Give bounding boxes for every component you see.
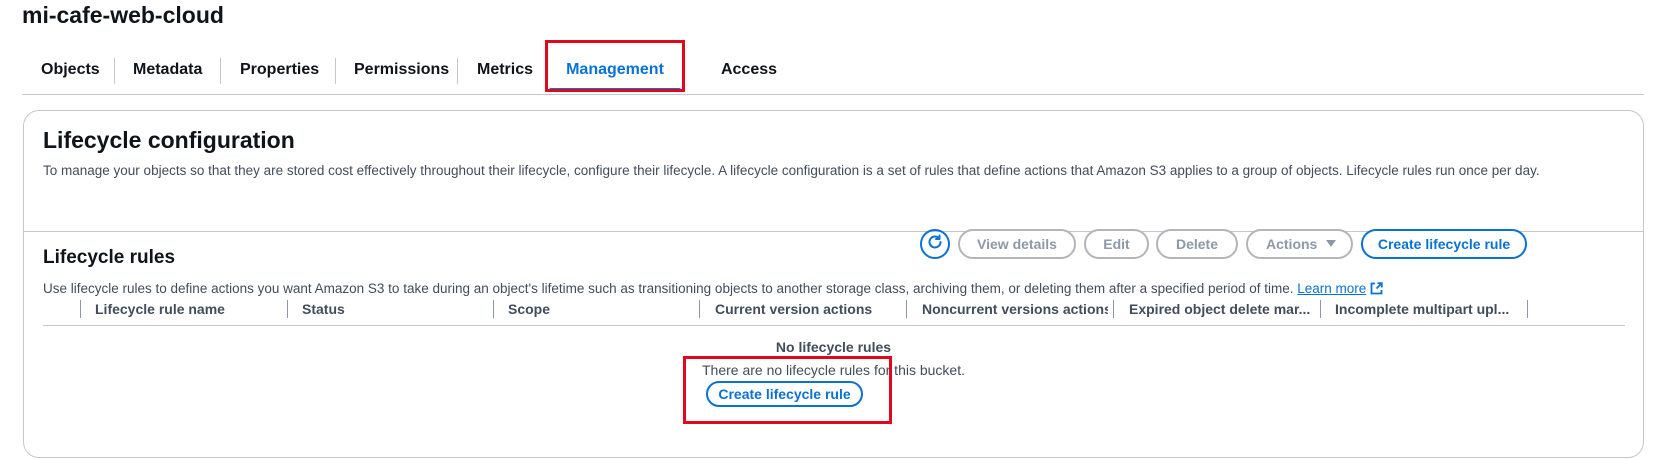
- column-divider: [1113, 300, 1114, 318]
- create-lifecycle-rule-button[interactable]: Create lifecycle rule: [1361, 229, 1527, 259]
- tab-bar: Objects Metadata Properties Permissions …: [22, 46, 1644, 126]
- col-status[interactable]: Status: [302, 301, 488, 317]
- lifecycle-rules-title: Lifecycle rules: [43, 247, 176, 268]
- actions-dropdown[interactable]: Actions: [1246, 229, 1353, 259]
- column-divider: [1320, 300, 1321, 318]
- col-current-version-actions[interactable]: Current version actions: [715, 301, 901, 317]
- refresh-button[interactable]: [920, 229, 950, 259]
- col-expired-object-delete-marker[interactable]: Expired object delete mar...: [1129, 301, 1315, 317]
- column-divider: [287, 300, 288, 318]
- lifecycle-config-title: Lifecycle configuration: [43, 127, 295, 153]
- col-noncurrent-versions-actions[interactable]: Noncurrent versions actions: [922, 301, 1108, 317]
- column-divider: [80, 300, 81, 318]
- actions-label: Actions: [1266, 236, 1318, 252]
- create-rule-highlight: [683, 356, 892, 424]
- tab-divider: [457, 58, 458, 84]
- refresh-icon: [926, 233, 944, 256]
- tab-objects[interactable]: Objects: [41, 46, 100, 94]
- column-divider: [906, 300, 907, 318]
- delete-button[interactable]: Delete: [1156, 229, 1238, 259]
- column-divider: [699, 300, 700, 318]
- tab-metrics[interactable]: Metrics: [477, 46, 533, 94]
- edit-button[interactable]: Edit: [1084, 229, 1149, 259]
- tab-metadata[interactable]: Metadata: [133, 46, 202, 94]
- tab-divider: [114, 58, 115, 84]
- col-incomplete-multipart-upload[interactable]: Incomplete multipart upl...: [1335, 301, 1521, 317]
- lifecycle-config-description: To manage your objects so that they are …: [43, 163, 1540, 178]
- management-tab-highlight: [545, 40, 685, 92]
- col-rule-name[interactable]: Lifecycle rule name: [95, 301, 281, 317]
- tab-access-points[interactable]: Access Points: [701, 46, 797, 126]
- learn-more-link[interactable]: Learn more: [1297, 281, 1366, 296]
- tab-permissions[interactable]: Permissions: [354, 46, 449, 94]
- tab-properties[interactable]: Properties: [240, 46, 319, 94]
- column-divider: [493, 300, 494, 318]
- column-divider: [1527, 300, 1528, 318]
- col-scope[interactable]: Scope: [508, 301, 694, 317]
- rules-table-header: Lifecycle rule name Status Scope Current…: [43, 295, 1625, 326]
- empty-state-title: No lifecycle rules: [775, 339, 892, 355]
- caret-down-icon: [1325, 231, 1337, 265]
- view-details-button[interactable]: View details: [958, 229, 1076, 259]
- rules-description-text: Use lifecycle rules to define actions yo…: [43, 281, 1294, 296]
- tab-divider: [220, 58, 221, 84]
- tab-divider: [335, 58, 336, 84]
- bucket-title: mi-cafe-web-cloud: [22, 2, 224, 28]
